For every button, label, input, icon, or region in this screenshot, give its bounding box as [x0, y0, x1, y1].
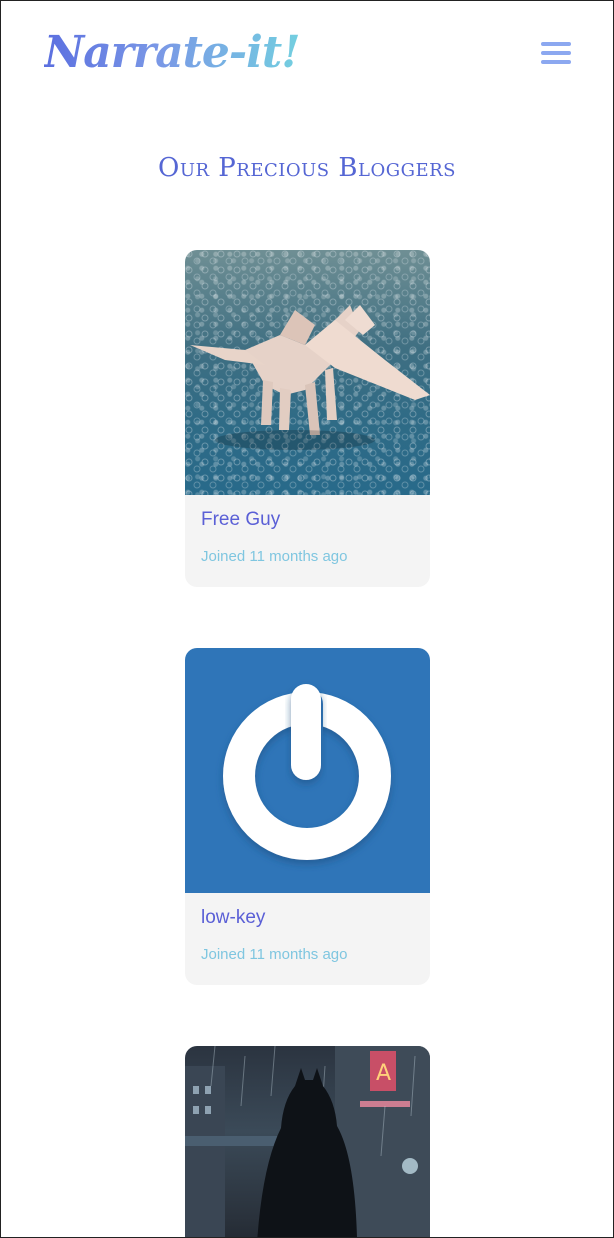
blogger-card-body: Free Guy Joined 11 months ago	[185, 495, 430, 587]
menu-bar-line	[541, 42, 571, 46]
blogger-joined-date: Joined 11 months ago	[201, 548, 348, 565]
hamburger-menu-icon[interactable]	[539, 41, 573, 67]
site-logo[interactable]: Narrate-it!	[44, 23, 301, 83]
rainy-city-image: A	[185, 1046, 430, 1237]
blogger-avatar-origami-dragon[interactable]	[185, 250, 430, 495]
blogger-joined-date: Joined 11 months ago	[201, 946, 348, 963]
page-title: Our Precious Bloggers	[158, 153, 456, 183]
blogger-avatar-power-ring[interactable]	[185, 648, 430, 893]
page-frame: Narrate-it! Our Precious Bloggers Free G…	[0, 0, 614, 1238]
power-ring-logo-icon	[223, 684, 391, 860]
site-header: Narrate-it!	[1, 1, 613, 111]
blogger-card-body: low-key Joined 11 months ago	[185, 893, 430, 985]
blogger-card[interactable]: low-key Joined 11 months ago	[185, 648, 430, 985]
menu-bar-line	[541, 51, 571, 55]
blogger-card[interactable]: Free Guy Joined 11 months ago	[185, 250, 430, 587]
blogger-card[interactable]: A	[185, 1046, 430, 1237]
menu-bar-line	[541, 60, 571, 64]
origami-dragon-image	[185, 250, 430, 495]
blogger-avatar-rainy-city[interactable]: A	[185, 1046, 430, 1237]
blogger-name[interactable]: Free Guy	[201, 509, 280, 531]
svg-text:A: A	[376, 1061, 391, 1086]
blogger-name[interactable]: low-key	[201, 907, 265, 929]
